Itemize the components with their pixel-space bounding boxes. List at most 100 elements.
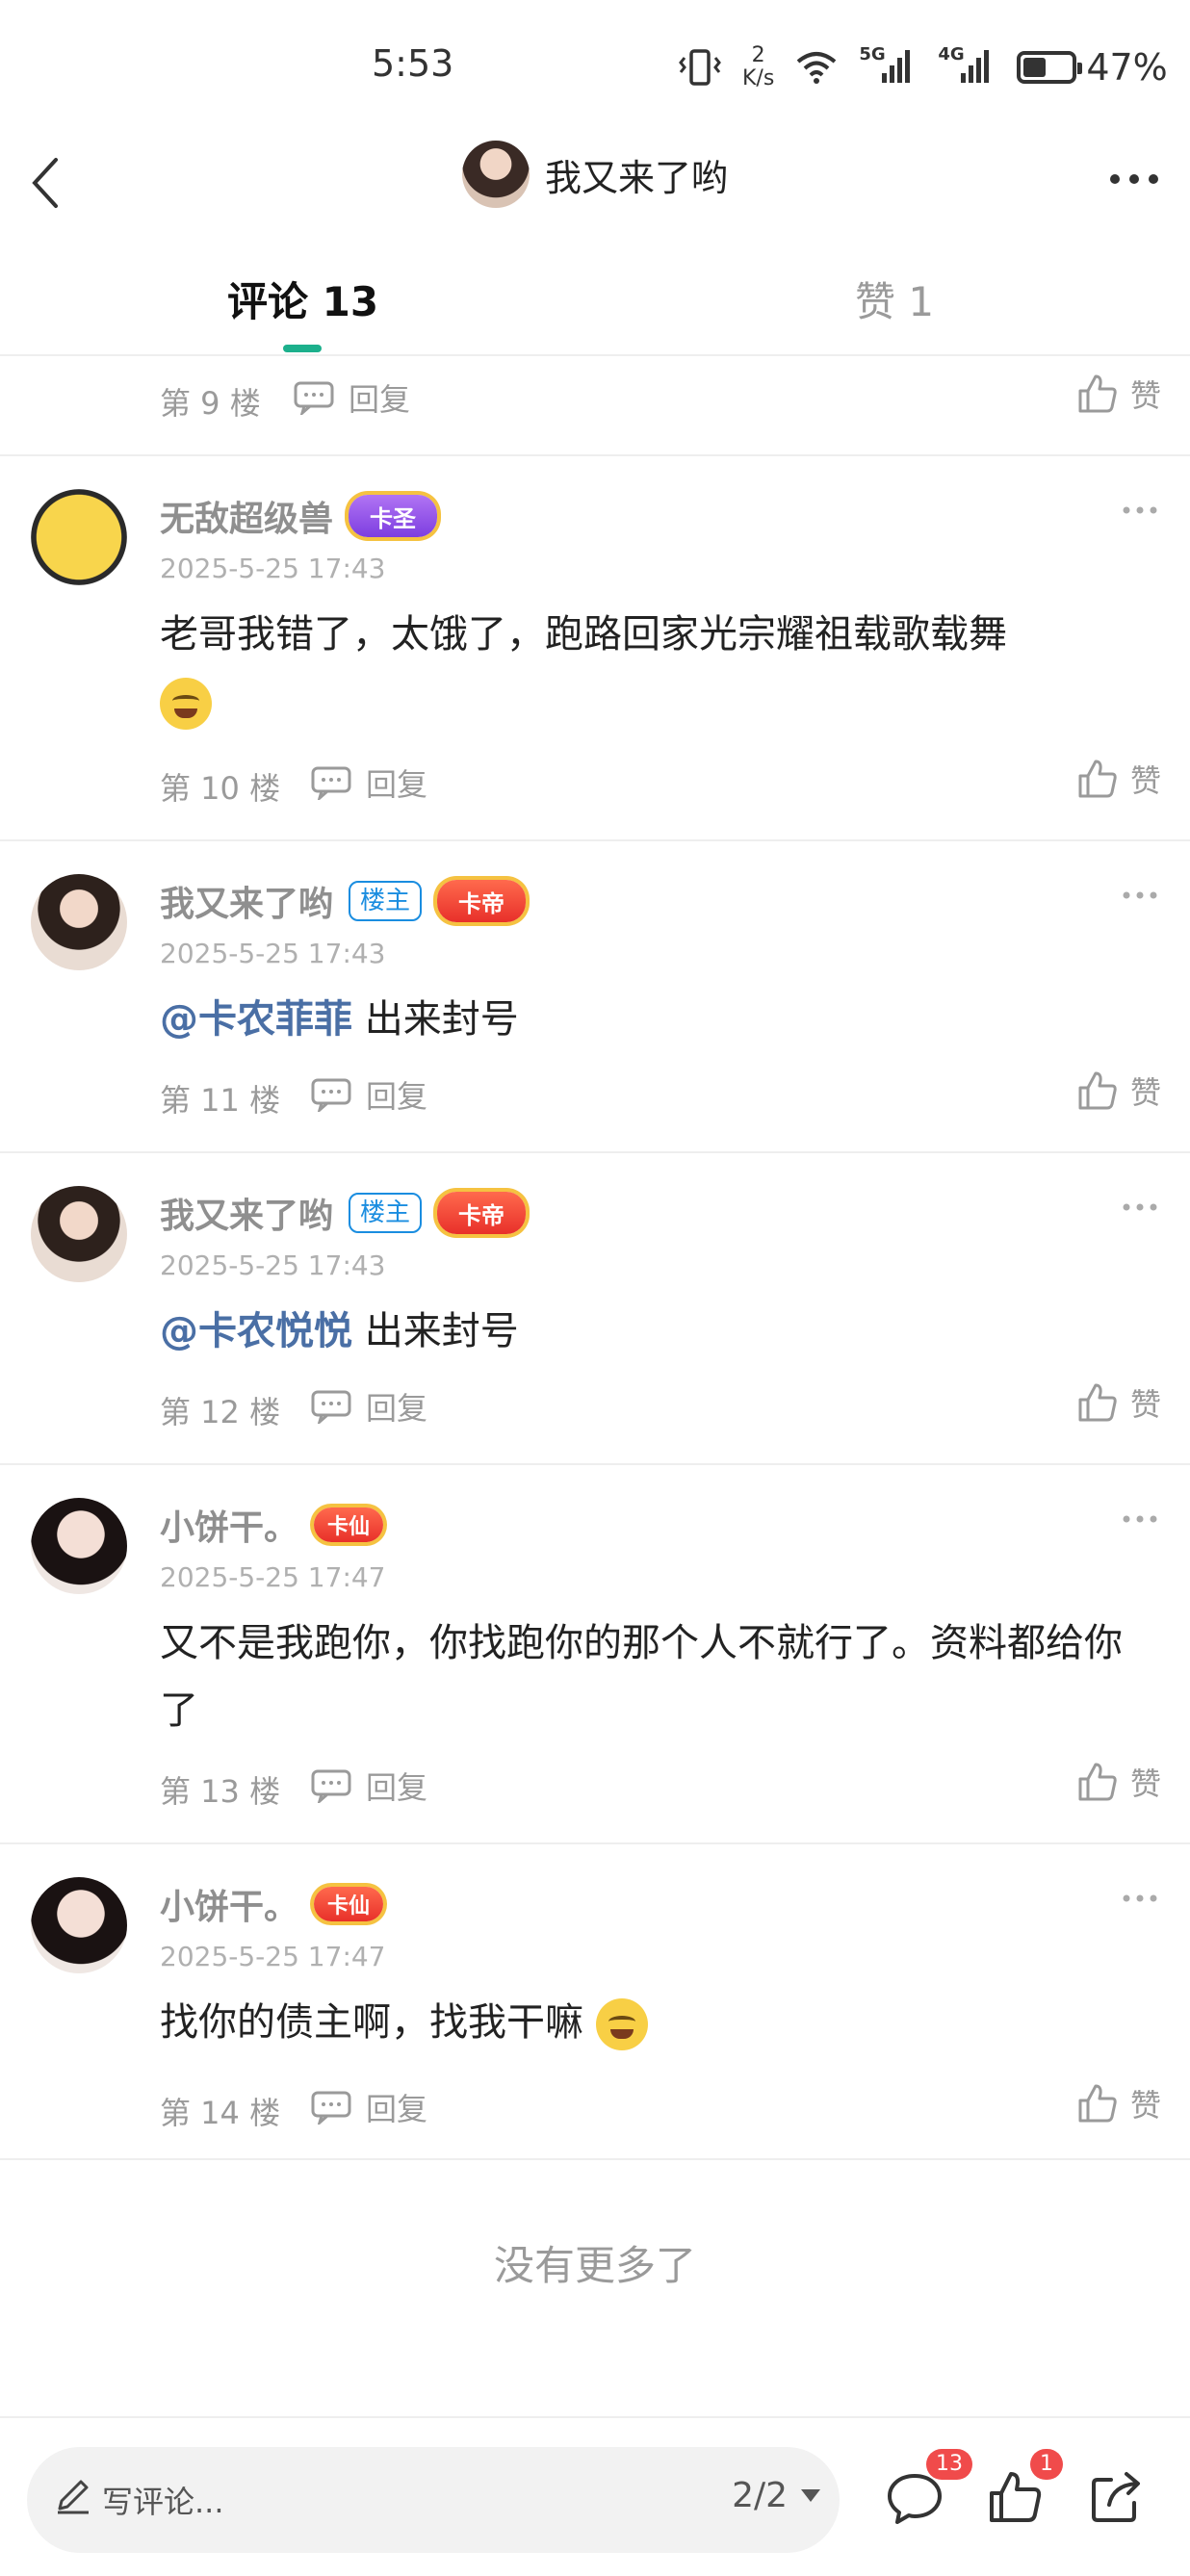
avatar[interactable] [31, 1498, 127, 1594]
comment-more-icon[interactable] [1121, 1893, 1159, 1904]
comment-body: 找你的债主啊，找我干嘛 [160, 2000, 583, 2045]
reply-label: 回复 [366, 1769, 428, 1806]
back-arrow-icon[interactable] [21, 144, 79, 221]
no-more-text: 没有更多了 [493, 2242, 696, 2289]
thumbs-up-icon [1078, 1383, 1117, 1422]
like-button[interactable]: 赞 [1076, 2081, 1161, 2125]
comment-date: 2025-5-25 17:47 [160, 1941, 386, 1972]
tab-likes[interactable]: 赞 1 [855, 270, 934, 328]
reply-icon [311, 1390, 351, 1424]
like-label: 赞 [1129, 1074, 1161, 1111]
comment-more-icon[interactable] [1121, 889, 1159, 901]
net-speed: 2 K/s [742, 44, 774, 90]
comment-footer: 第 13 楼 回复 赞 [0, 1746, 1190, 1842]
comment-date: 2025-5-25 17:43 [160, 938, 386, 969]
battery-icon [1017, 51, 1083, 84]
username[interactable]: 小饼干。 [160, 1879, 298, 1929]
status-time: 5:53 [372, 42, 454, 85]
username[interactable]: 小饼干。 [160, 1500, 298, 1550]
reply-button[interactable]: 回复 [310, 1764, 427, 1808]
reply-button[interactable]: 回复 [310, 2085, 427, 2129]
tab-comments[interactable]: 评论 13 [227, 270, 378, 328]
reply-icon [311, 1078, 351, 1112]
reply-button[interactable]: 回复 [310, 760, 427, 805]
level-badge: 卡帝 [437, 880, 527, 922]
reply-button[interactable]: 回复 [293, 375, 410, 420]
user-line: 我又来了哟 楼主 卡帝 [160, 1188, 527, 1238]
floor-number: 第 13 楼 [160, 1773, 281, 1810]
thumbs-up-icon [1078, 760, 1117, 798]
reply-icon [311, 1769, 351, 1803]
page-selector[interactable]: 2/2 [732, 2476, 820, 2515]
floor-number: 第 9 楼 [160, 385, 261, 422]
reply-label: 回复 [349, 381, 411, 418]
share-icon[interactable] [1086, 2466, 1148, 2528]
user-line: 小饼干。 卡仙 [160, 1500, 384, 1550]
mention-link[interactable]: @卡农菲菲 [160, 997, 352, 1042]
avatar[interactable] [31, 1877, 127, 1973]
comment-item: 小饼干。 卡仙 2025-5-25 17:47 找你的债主啊，找我干嘛 第 14… [0, 1842, 1190, 2160]
page-indicator: 2/2 [732, 2476, 788, 2515]
tab-bar: 评论 13 赞 1 [0, 241, 1190, 356]
comment-footer: 第 14 楼 回复 赞 [0, 2068, 1190, 2164]
comment-body: 出来封号 [352, 997, 519, 1042]
avatar[interactable] [31, 1186, 127, 1282]
avatar[interactable] [462, 141, 530, 208]
comment-footer: 第 11 楼 回复 赞 [0, 1055, 1190, 1151]
comment-body: 出来封号 [352, 1309, 519, 1353]
top-nav: 我又来了哟 [0, 135, 1190, 231]
owner-badge: 楼主 [349, 1193, 423, 1233]
comment-body: 老哥我错了，太饿了，跑路回家光宗耀祖载歌载舞 [160, 612, 1007, 657]
comment-input[interactable]: 写评论... 2/2 [27, 2447, 840, 2553]
reply-label: 回复 [366, 1078, 428, 1115]
comment-item: 我又来了哟 楼主 卡帝 2025-5-25 17:43 @卡农悦悦 出来封号 第… [0, 1151, 1190, 1463]
level-badge: 卡圣 [349, 495, 438, 537]
level-badge: 卡仙 [314, 1507, 384, 1542]
like-button[interactable]: 赞 [1076, 372, 1161, 416]
comment-text: 老哥我错了，太饿了，跑路回家光宗耀祖载歌载舞 [160, 601, 1151, 735]
reply-icon [311, 766, 351, 800]
username[interactable]: 我又来了哟 [160, 1188, 333, 1238]
like-button[interactable]: 赞 [1076, 1380, 1161, 1425]
floor-number: 第 10 楼 [160, 770, 281, 807]
more-icon[interactable] [1103, 160, 1165, 198]
like-button[interactable]: 赞 [1076, 757, 1161, 801]
reply-icon [311, 2091, 351, 2125]
comment-count-badge: 13 [926, 2449, 972, 2480]
comment-footer: 第 10 楼 回复 赞 [0, 743, 1190, 839]
reply-button[interactable]: 回复 [310, 1384, 427, 1429]
post-title-area[interactable]: 我又来了哟 [462, 141, 728, 208]
net-speed-value: 2 [751, 43, 765, 67]
comment-footer: 第 12 楼 回复 赞 [0, 1367, 1190, 1463]
comment-text: @卡农菲菲 出来封号 [160, 986, 1151, 1053]
status-bar: 5:53 2 K/s 5G 4G 47% [0, 0, 1190, 135]
comment-more-icon[interactable] [1121, 504, 1159, 516]
laughing-emoji-icon [160, 678, 212, 730]
user-line: 我又来了哟 楼主 卡帝 [160, 876, 527, 926]
avatar[interactable] [31, 489, 127, 585]
reply-label: 回复 [366, 2091, 428, 2127]
comment-item: 我又来了哟 楼主 卡帝 2025-5-25 17:43 @卡农菲菲 出来封号 第… [0, 839, 1190, 1151]
comment-item: 小饼干。 卡仙 2025-5-25 17:47 又不是我跑你，你找跑你的那个人不… [0, 1463, 1190, 1842]
owner-badge: 楼主 [349, 881, 423, 921]
comment-date: 2025-5-25 17:47 [160, 1561, 386, 1593]
like-button[interactable]: 赞 [1076, 1069, 1161, 1113]
battery-percent: 47% [1086, 46, 1168, 89]
level-badge: 卡帝 [437, 1192, 527, 1234]
mention-link[interactable]: @卡农悦悦 [160, 1309, 352, 1353]
comment-more-icon[interactable] [1121, 1513, 1159, 1525]
username[interactable]: 无敌超级兽 [160, 491, 333, 541]
reply-label: 回复 [366, 766, 428, 803]
comment-date: 2025-5-25 17:43 [160, 553, 386, 584]
username[interactable]: 我又来了哟 [160, 876, 333, 926]
signal-4g-icon: 4G [938, 44, 996, 87]
comment-more-icon[interactable] [1121, 1201, 1159, 1213]
avatar[interactable] [31, 874, 127, 970]
signal-5g-icon: 5G [859, 44, 917, 87]
reply-button[interactable]: 回复 [310, 1072, 427, 1117]
chevron-down-icon [801, 2489, 820, 2502]
like-button[interactable]: 赞 [1076, 1760, 1161, 1804]
status-icons: 2 K/s 5G 4G 47% [679, 39, 1168, 96]
bottom-bar: 写评论... 2/2 13 1 [0, 2416, 1190, 2576]
wifi-icon [797, 52, 837, 84]
